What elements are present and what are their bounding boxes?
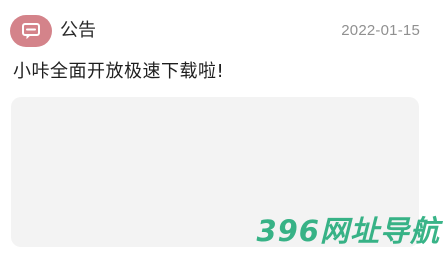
announcement-date: 2022-01-15 <box>341 22 420 39</box>
announcement-page: 公告 2022-01-15 小咔全面开放极速下载啦! 396网址导航 <box>0 0 444 253</box>
message-icon <box>10 15 52 47</box>
announcement-header: 公告 2022-01-15 <box>10 15 420 47</box>
announcement-title: 公告 <box>60 20 96 41</box>
watermark-logo: 396网址导航 <box>256 214 440 248</box>
announcement-message: 小咔全面开放极速下载啦! <box>13 61 225 82</box>
